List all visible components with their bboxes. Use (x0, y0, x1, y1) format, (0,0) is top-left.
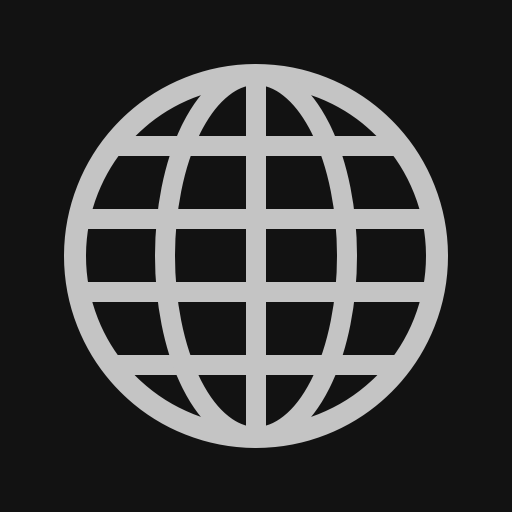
app-icon (0, 0, 512, 512)
globe-grid (75, 75, 437, 437)
globe-icon (64, 64, 448, 448)
globe-lines (64, 64, 448, 448)
